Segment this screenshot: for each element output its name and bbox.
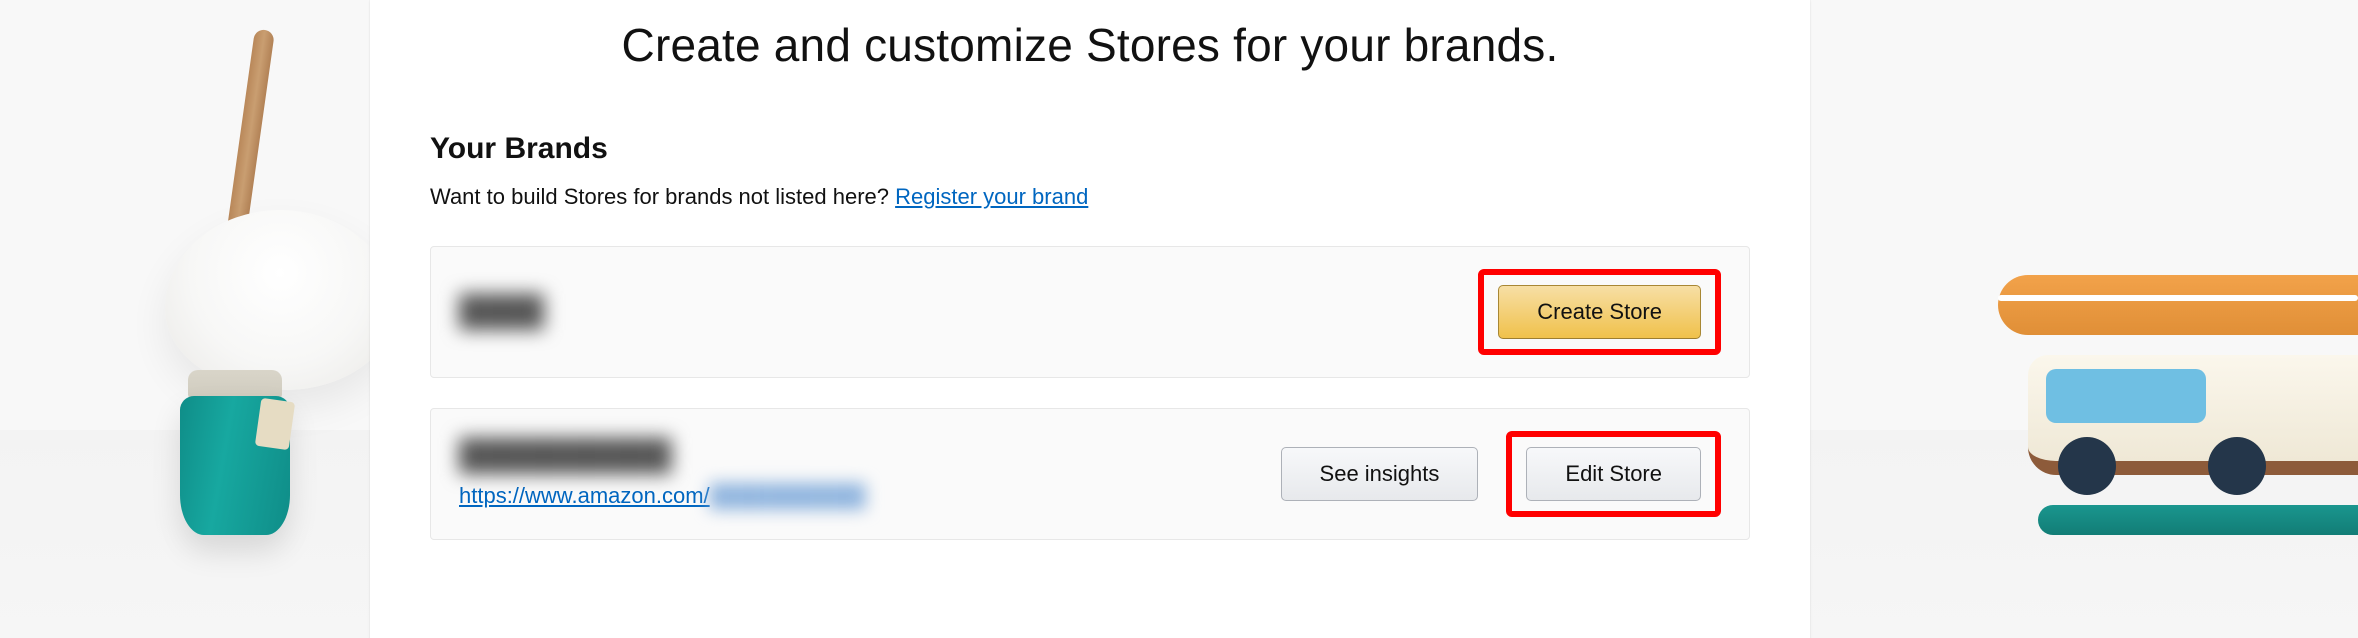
section-title-your-brands: Your Brands: [430, 132, 1750, 166]
brand-store-url[interactable]: https://www.amazon.com/██████████: [459, 483, 866, 509]
see-insights-button[interactable]: See insights: [1281, 447, 1479, 501]
stores-panel: Create and customize Stores for your bra…: [370, 0, 1810, 638]
brand-name-redacted: ██████████: [459, 439, 866, 473]
brand-row: ██████████ https://www.amazon.com/██████…: [430, 408, 1750, 540]
bg-right-props: [1978, 275, 2358, 535]
brand-row: ████ Create Store: [430, 246, 1750, 378]
register-brand-link[interactable]: Register your brand: [895, 184, 1088, 209]
register-brand-subline: Want to build Stores for brands not list…: [430, 184, 1750, 210]
create-store-button[interactable]: Create Store: [1498, 285, 1701, 339]
subline-text: Want to build Stores for brands not list…: [430, 184, 895, 209]
brand-url-prefix: https://www.amazon.com/: [459, 483, 710, 509]
annotation-highlight-box: Edit Store: [1506, 431, 1721, 517]
bg-jar-prop: [180, 370, 290, 535]
page-title: Create and customize Stores for your bra…: [370, 18, 1810, 72]
your-brands-section: Your Brands Want to build Stores for bra…: [370, 132, 1810, 540]
edit-store-button[interactable]: Edit Store: [1526, 447, 1701, 501]
brand-url-redacted-tail: ██████████: [710, 483, 866, 509]
annotation-highlight-box: Create Store: [1478, 269, 1721, 355]
brand-name-redacted: ████: [459, 295, 544, 329]
